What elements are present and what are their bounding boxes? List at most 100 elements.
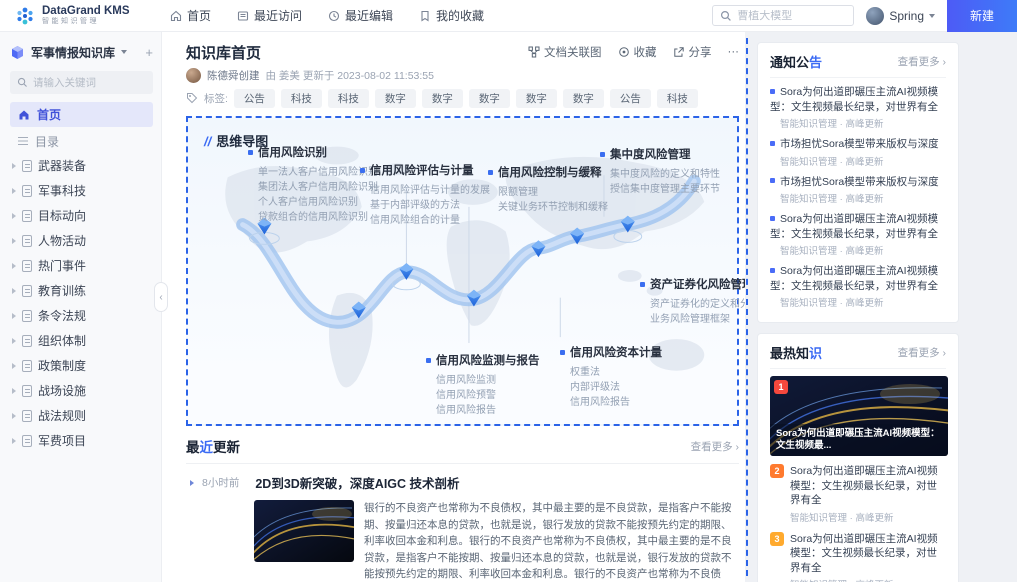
recent-visits-icon (237, 10, 249, 22)
nav-recent-edits[interactable]: 最近编辑 (328, 7, 393, 24)
tag-pill[interactable]: 数字 (422, 89, 463, 108)
mindmap-child: 信用风险评估与计量的发展 (370, 183, 490, 198)
notice-item[interactable]: 市场担忧Sora模型带来版权与深度 智能知识管理 · 高峰更新 (770, 137, 946, 168)
tag-pill[interactable]: 公告 (610, 89, 651, 108)
tag-pill[interactable]: 数字 (563, 89, 604, 108)
mindmap-node-concentration-risk[interactable]: 集中度风险管理 集中度风险的定义和特性 授信集中度管理主要环节 (600, 146, 720, 197)
sidebar-item-people-activities[interactable]: 人物活动 (10, 228, 153, 253)
tags-label: 标签: (204, 91, 228, 106)
doc-graph-button[interactable]: 文档关联图 (528, 44, 602, 60)
nav-recent-visits-label: 最近访问 (254, 7, 302, 24)
mindmap-child: 信用风险监测 (436, 373, 540, 388)
tag-pill[interactable]: 公告 (234, 89, 275, 108)
doc-tags: 标签: 公告 科技 科技 数字 数字 数字 数字 数字 公告 科技 (186, 88, 739, 108)
new-button[interactable]: 新建 (947, 0, 1017, 32)
graph-icon (528, 46, 540, 58)
book-icon (22, 310, 32, 322)
sidebar-item-label: 武器装备 (38, 157, 86, 174)
nav-home[interactable]: 首页 (170, 7, 211, 24)
bullet-icon (770, 141, 775, 146)
sidebar-item-policy[interactable]: 政策制度 (10, 353, 153, 378)
sidebar-directory-header[interactable]: 目录 (10, 129, 153, 153)
tag-pill[interactable]: 科技 (657, 89, 698, 108)
chevron-right-icon (12, 338, 16, 344)
sidebar-item-regulations[interactable]: 条令法规 (10, 303, 153, 328)
notice-item[interactable]: Sora为何出道即碾压主流AI视频模型：文生视频最长纪录，对世界有全 智能知识管… (770, 212, 946, 257)
user-avatar (866, 7, 884, 25)
notices-more-link[interactable]: 查看更多 › (898, 54, 946, 69)
mindmap-node-credit-risk-identification[interactable]: 信用风险识别 单一法人客户信用风险识别 集团法人客户信用风险识别 个人客户信用风… (248, 144, 378, 225)
nav-favorites[interactable]: 我的收藏 (419, 7, 484, 24)
sidebar-item-military-budget[interactable]: 军费项目 (10, 428, 153, 453)
doc-more-button[interactable]: ··· (728, 46, 740, 58)
tag-pill[interactable]: 数字 (375, 89, 416, 108)
rank-badge: 1 (774, 380, 788, 394)
mindmap-node-risk-assessment[interactable]: 信用风险评估与计量 信用风险评估与计量的发展 基于内部评级的方法 信用风险组合的… (360, 162, 490, 228)
sidebar-item-tactics[interactable]: 战法规则 (10, 403, 153, 428)
mindmap-node-risk-control[interactable]: 信用风险控制与缓释 限额管理 关键业务环节控制和缓释 (488, 164, 608, 215)
sidebar-item-hot-events[interactable]: 热门事件 (10, 253, 153, 278)
creator-name: 陈德舜创建 (207, 68, 260, 83)
sidebar-item-label: 人物活动 (38, 232, 86, 249)
notice-item[interactable]: Sora为何出道即碾压主流AI视频模型：文生视频最长纪录，对世界有全 智能知识管… (770, 85, 946, 130)
bullet-icon (770, 89, 775, 94)
sidebar-item-organization[interactable]: 组织体制 (10, 328, 153, 353)
sidebar-item-home[interactable]: 首页 (10, 102, 153, 127)
doc-share-button[interactable]: 分享 (673, 44, 712, 60)
sidebar-item-weapons[interactable]: 武器装备 (10, 153, 153, 178)
brand-logo[interactable]: DataGrand KMS 智能知识管理 (14, 5, 162, 27)
recent-updates-section: 最近更新 查看更多 › 8小时前 2D到3D新突破，深度AIGC 技术剖析 (186, 436, 739, 582)
chevron-right-icon[interactable] (190, 480, 194, 486)
doc-graph-label: 文档关联图 (544, 44, 602, 60)
sidebar-item-battlefield-facilities[interactable]: 战场设施 (10, 378, 153, 403)
user-menu[interactable]: Spring (866, 7, 935, 25)
hot-item[interactable]: 2 Sora为何出道即碾压主流AI视频模型：文生视频最长纪录，对世界有全 智能知… (770, 464, 946, 524)
book-icon (22, 435, 32, 447)
sidebar-search[interactable] (10, 71, 153, 94)
tag-icon (186, 92, 198, 104)
sidebar-item-label: 军费项目 (38, 432, 86, 449)
nav-recent-visits[interactable]: 最近访问 (237, 7, 302, 24)
recent-more-link[interactable]: 查看更多 › (691, 439, 739, 454)
mindmap-panel[interactable]: //思维导图 信用风险识别 单一法人客户信用风险识别 集团法人客户信用风险识别 … (186, 116, 739, 426)
sidebar-item-target-trends[interactable]: 目标动向 (10, 203, 153, 228)
tag-pill[interactable]: 科技 (281, 89, 322, 108)
search-icon (17, 77, 28, 88)
hot-knowledge-card: 最热知识 查看更多 › 1 Sora为何出道即碾压主流AI视频模型：文生视频最 (757, 333, 959, 582)
chevron-right-icon (12, 313, 16, 319)
global-search-input[interactable] (737, 10, 846, 22)
notice-item[interactable]: 市场担忧Sora模型带来版权与深度 智能知识管理 · 高峰更新 (770, 175, 946, 206)
tag-pill[interactable]: 数字 (469, 89, 510, 108)
sidebar-collapse-button[interactable]: ‹ (154, 282, 168, 312)
doc-byline: 陈德舜创建 由 姜美 更新于 2023-08-02 11:53:55 (186, 66, 739, 84)
sidebar-item-label: 军事科技 (38, 182, 86, 199)
hot-more-link[interactable]: 查看更多 › (898, 345, 946, 360)
book-icon (22, 260, 32, 272)
doc-favorite-button[interactable]: 收藏 (618, 44, 657, 60)
sidebar-item-education-training[interactable]: 教育训练 (10, 278, 153, 303)
add-kb-button[interactable]: + (145, 45, 153, 60)
mindmap-node-risk-monitoring[interactable]: 信用风险监测与报告 信用风险监测 信用风险预警 信用风险报告 (426, 352, 540, 418)
sidebar-search-input[interactable] (33, 77, 146, 89)
recent-item-thumbnail[interactable] (254, 500, 354, 562)
notice-meta: 智能知识管理 · 高峰更新 (780, 295, 946, 309)
mindmap-child: 信用风险报告 (436, 403, 540, 418)
global-search[interactable] (712, 5, 854, 26)
sidebar-item-label: 战法规则 (38, 407, 86, 424)
kb-selector[interactable]: 军事情报知识库 + (10, 40, 153, 64)
tag-pill[interactable]: 科技 (328, 89, 369, 108)
recent-item-time: 8小时前 (202, 475, 239, 490)
recent-item-title[interactable]: 2D到3D新突破，深度AIGC 技术剖析 (255, 473, 459, 492)
chevron-down-icon (121, 50, 127, 54)
mindmap-node-capital-measurement[interactable]: 信用风险资本计量 权重法 内部评级法 信用风险报告 (560, 344, 662, 410)
hot-item[interactable]: 3 Sora为何出道即碾压主流AI视频模型：文生视频最长纪录，对世界有全 智能知… (770, 532, 946, 582)
main-content: 知识库首页 文档关联图 收藏 分享 ··· (162, 32, 745, 582)
chevron-right-icon (12, 413, 16, 419)
tag-pill[interactable]: 数字 (516, 89, 557, 108)
mindmap-node-securitization-risk[interactable]: 资产证券化风险管理 资产证券化的定义和分类 业务风险管理框架 (640, 276, 745, 327)
sidebar-item-label: 组织体制 (38, 332, 86, 349)
hot-featured-item[interactable]: 1 Sora为何出道即碾压主流AI视频模型：文生视频最... (770, 376, 948, 456)
doc-favorite-label: 收藏 (634, 44, 657, 60)
notice-item[interactable]: Sora为何出道即碾压主流AI视频模型：文生视频最长纪录，对世界有全 智能知识管… (770, 264, 946, 309)
sidebar-item-military-tech[interactable]: 军事科技 (10, 178, 153, 203)
